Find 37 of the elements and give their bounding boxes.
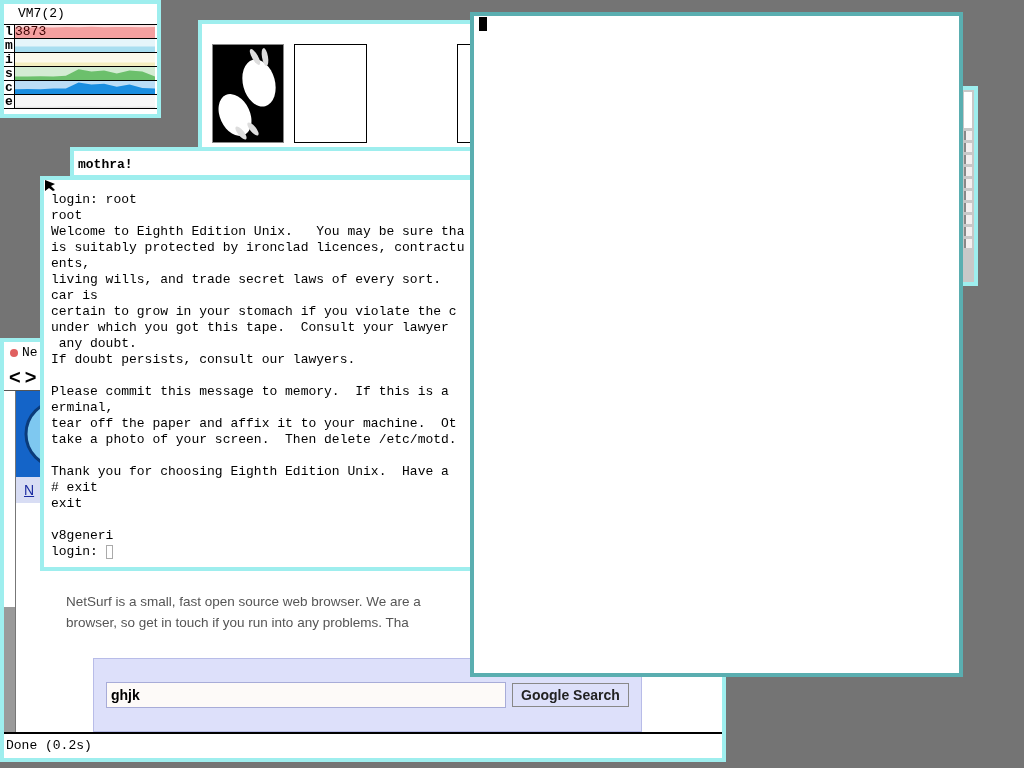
link[interactable]: N — [24, 479, 35, 501]
terminal-line: Thank you for choosing Eighth Edition Unix. Have a — [51, 464, 449, 480]
window-title: VM7(2) — [17, 5, 66, 23]
terminal-line: take a photo of your screen. Then delete /etc/motd. — [51, 432, 457, 448]
window-title: Ne — [22, 344, 38, 363]
terminal-line: living wills, and trade secret laws of every sort. — [51, 272, 442, 288]
terminal-line: tear off the paper and affix it to your machine. Ot — [51, 416, 457, 432]
graph-label: e — [4, 95, 15, 108]
paragraph-line: NetSurf is a small, fast open source web browser. We are a — [66, 593, 422, 612]
paragraph-line: browser, so get in touch if you run into any problems. Tha — [66, 614, 410, 633]
search-field[interactable]: ghjk — [106, 682, 506, 709]
text-cursor — [105, 545, 113, 559]
nav-button[interactable]: > — [23, 367, 38, 387]
terminal-line: # exit — [51, 480, 98, 496]
terminal-line: login: root — [51, 192, 137, 208]
terminal-line: erminal, — [51, 400, 114, 416]
window-text: mothra! — [78, 157, 133, 172]
terminal-line: root — [51, 208, 83, 224]
terminal-line: ents, — [51, 256, 90, 272]
terminal-line: Welcome to Eighth Edition Unix. You may be sure tha — [51, 224, 465, 240]
graph-reading: 3873 — [15, 25, 47, 38]
terminal-line: Please commit this message to memory. If this is a — [51, 384, 449, 400]
terminal-line: is suitably protected by ironclad licences, contractu — [51, 240, 465, 256]
search-button[interactable]: Google Search — [512, 683, 629, 708]
text-cursor — [479, 17, 487, 31]
terminal-line: any doubt. — [57, 336, 137, 352]
terminal-line: certain to grow in your stomach if you violate the c — [51, 304, 457, 320]
terminal-line: login: — [51, 544, 99, 560]
terminal-line: car is — [51, 288, 98, 304]
app-icon — [10, 348, 18, 357]
terminal-line: If doubt persists, consult our lawyers. — [51, 352, 356, 368]
terminal-line: v8generi — [51, 528, 114, 544]
terminal-line: exit — [51, 496, 83, 512]
mouse-pointer-icon — [45, 180, 55, 191]
terminal-line: under which you got this tape. Consult your lawyer — [51, 320, 449, 336]
nav-button[interactable]: < — [8, 367, 22, 387]
status-text: Done (0.2s) — [6, 737, 92, 756]
